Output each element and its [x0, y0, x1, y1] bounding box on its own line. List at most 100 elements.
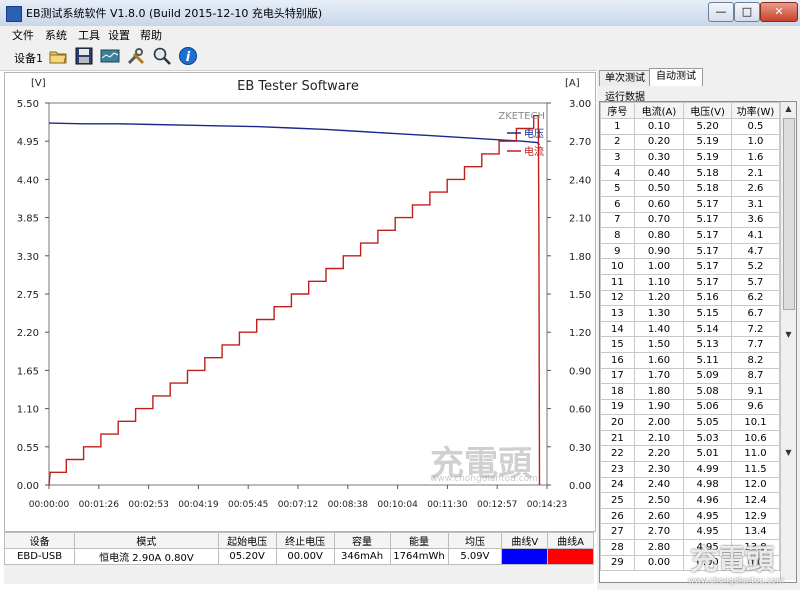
table-row[interactable]: 17 1.70 5.09 8.7 [600, 367, 781, 385]
table-row[interactable]: 24 2.40 4.98 12.0 [600, 476, 781, 494]
cell-index: 1 [600, 118, 635, 135]
table-row[interactable]: 6 0.60 5.17 3.1 [600, 195, 781, 213]
table-row[interactable]: 16 1.60 5.11 8.2 [600, 351, 781, 369]
menu-help[interactable]: 帮助 [140, 27, 162, 43]
cell-current: 2.30 [633, 461, 685, 478]
cell-voltage: 5.18 [683, 164, 732, 182]
table-row[interactable]: 23 2.30 4.99 11.5 [600, 461, 781, 478]
col-header-power[interactable]: 功率(W) [730, 102, 781, 119]
table-row[interactable]: 14 1.40 5.14 7.2 [600, 320, 781, 338]
table-row[interactable]: 3 0.30 5.19 1.6 [600, 149, 781, 166]
cell-power: 4.7 [730, 242, 781, 260]
table-row[interactable]: 5 0.50 5.18 2.6 [600, 180, 781, 197]
cell-index: 20 [600, 414, 635, 431]
curve-v-color-swatch[interactable] [502, 549, 548, 564]
cell-current: 0.60 [633, 195, 685, 213]
menu-system[interactable]: 系统 [45, 27, 67, 43]
header-mode: 模式 [74, 532, 219, 549]
cell-index: 9 [600, 242, 635, 260]
cell-current: 2.10 [633, 429, 685, 447]
tab-auto-test[interactable]: 自动测试 [649, 68, 703, 86]
table-row[interactable]: 19 1.90 5.06 9.6 [600, 398, 781, 416]
table-row[interactable]: 2 0.20 5.19 1.0 [600, 133, 781, 151]
table-row[interactable]: 25 2.50 4.96 12.4 [600, 492, 781, 509]
curve-a-color-swatch[interactable] [548, 549, 593, 564]
table-row[interactable]: 15 1.50 5.13 7.7 [600, 336, 781, 353]
cell-power: 11.5 [730, 461, 781, 478]
scroll-thumb[interactable] [783, 118, 795, 310]
table-row[interactable]: 18 1.80 5.08 9.1 [600, 383, 781, 400]
col-header-voltage[interactable]: 电压(V) [683, 102, 732, 119]
cell-current: 1.20 [633, 289, 685, 307]
cell-power: 10.6 [730, 429, 781, 447]
y-left-tick-label: 2.20 [17, 328, 39, 339]
maximize-button[interactable]: □ [734, 2, 760, 22]
table-row[interactable]: 21 2.10 5.03 10.6 [600, 429, 781, 447]
table-row[interactable]: 7 0.70 5.17 3.6 [600, 211, 781, 229]
cell-curve-v[interactable] [501, 548, 549, 565]
cell-voltage: 5.17 [683, 273, 732, 291]
cell-end-voltage: 00.00V [275, 548, 335, 565]
cell-index: 25 [600, 492, 635, 509]
col-header-index[interactable]: 序号 [600, 102, 635, 119]
waveform-icon[interactable] [100, 46, 120, 66]
x-tick-label: 00:08:38 [328, 500, 369, 510]
zoom-icon[interactable] [152, 46, 172, 66]
x-tick-label: 00:10:04 [377, 500, 418, 510]
cell-power: 2.6 [730, 180, 781, 197]
table-row[interactable]: 12 1.20 5.16 6.2 [600, 289, 781, 307]
col-header-current[interactable]: 电流(A) [633, 102, 685, 119]
y-left-tick-label: 4.95 [17, 137, 39, 148]
table-row[interactable]: 4 0.40 5.18 2.1 [600, 164, 781, 182]
cell-voltage: 5.18 [683, 180, 732, 197]
device-selector[interactable]: 设备1 [14, 50, 43, 66]
table-row[interactable]: 10 1.00 5.17 5.2 [600, 258, 781, 275]
scroll-up-icon[interactable]: ▲ [781, 102, 796, 116]
x-tick-label: 00:00:00 [29, 500, 70, 510]
table-row[interactable]: 20 2.00 5.05 10.1 [600, 414, 781, 431]
y-right-tick-label: 0.60 [569, 405, 591, 416]
cell-current: 1.10 [633, 273, 685, 291]
open-folder-icon[interactable] [48, 46, 68, 66]
cell-power: 6.2 [730, 289, 781, 307]
tools-icon[interactable] [126, 46, 146, 66]
cell-curve-a[interactable] [547, 548, 594, 565]
summary-data-row: EBD-USB 恒电流 2.90A 0.80V 05.20V 00.00V 34… [3, 548, 594, 565]
vertical-scrollbar[interactable]: ▲ ▼ ▼ [780, 102, 796, 580]
table-row[interactable]: 9 0.90 5.17 4.7 [600, 242, 781, 260]
cell-voltage: 5.09 [683, 367, 732, 385]
menu-file[interactable]: 文件 [12, 27, 34, 43]
cell-current: 0.30 [633, 149, 685, 166]
cell-current: 2.20 [633, 445, 685, 463]
table-row[interactable]: 11 1.10 5.17 5.7 [600, 273, 781, 291]
cell-current: 1.60 [633, 351, 685, 369]
cell-current: 1.00 [633, 258, 685, 275]
cell-current: 2.60 [633, 507, 685, 525]
table-row[interactable]: 22 2.20 5.01 11.0 [600, 445, 781, 463]
table-row[interactable]: 13 1.30 5.15 6.7 [600, 305, 781, 322]
scroll-down-icon[interactable]: ▼ [781, 328, 796, 342]
menu-tools[interactable]: 工具 [78, 27, 100, 43]
cell-index: 11 [600, 273, 635, 291]
save-disk-icon[interactable] [74, 46, 94, 66]
cell-voltage: 5.06 [683, 398, 732, 416]
cell-power: 7.2 [730, 320, 781, 338]
cell-power: 3.1 [730, 195, 781, 213]
header-energy: 能量 [389, 532, 449, 549]
cell-index: 7 [600, 211, 635, 229]
cell-index: 19 [600, 398, 635, 416]
menu-bar: 文件 系统 工具 设置 帮助 [0, 26, 800, 42]
info-icon[interactable]: i [178, 46, 198, 66]
cell-current: 1.40 [633, 320, 685, 338]
scroll-down-icon[interactable]: ▼ [781, 446, 796, 460]
minimize-button[interactable]: — [708, 2, 734, 22]
table-row[interactable]: 8 0.80 5.17 4.1 [600, 227, 781, 244]
menu-settings[interactable]: 设置 [108, 27, 130, 43]
tab-single-test[interactable]: 单次测试 [599, 70, 651, 86]
table-row[interactable]: 26 2.60 4.95 12.9 [600, 507, 781, 525]
run-data-table-box: 序号 电流(A) 电压(V) 功率(W) 1 0.10 5.20 0.5 2 0.20 5.… [599, 101, 797, 583]
close-button[interactable]: ✕ [760, 2, 798, 22]
cell-voltage: 4.99 [683, 461, 732, 478]
cell-power: 10.1 [730, 414, 781, 431]
table-row[interactable]: 1 0.10 5.20 0.5 [600, 118, 781, 135]
